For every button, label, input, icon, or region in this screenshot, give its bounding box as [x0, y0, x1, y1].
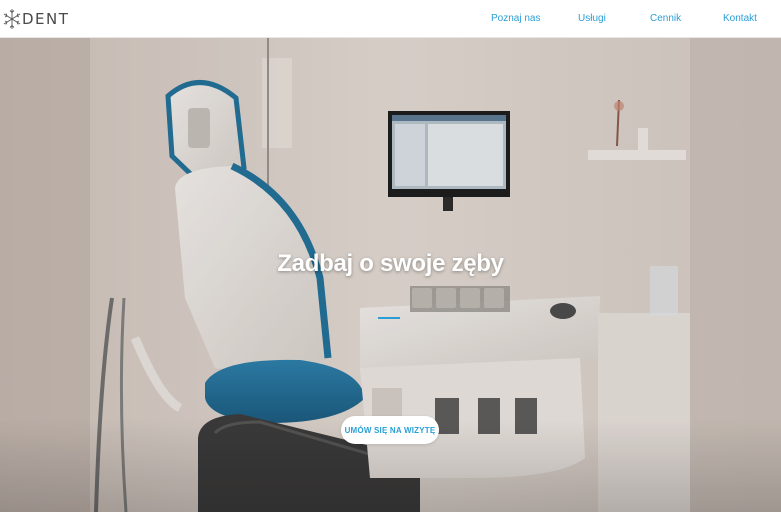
nav-link-uslugi[interactable]: Usługi [578, 13, 606, 24]
logo-text: DENT [22, 9, 70, 28]
nav-link-cennik[interactable]: Cennik [650, 13, 681, 24]
hero-section: Zadbaj o swoje zęby UMÓW SIĘ NA WIZYTĘ [0, 38, 781, 512]
site-header: DENT Poznaj nas Usługi Cennik Kontakt [0, 0, 781, 38]
nav-link-kontakt[interactable]: Kontakt [723, 13, 757, 24]
hero-title: Zadbaj o swoje zęby [277, 250, 504, 277]
book-appointment-button[interactable]: UMÓW SIĘ NA WIZYTĘ [341, 416, 439, 444]
hero-title-underline [378, 317, 400, 319]
snowflake-logo-icon [3, 8, 21, 29]
logo[interactable]: DENT [3, 0, 69, 38]
nav-link-poznaj-nas[interactable]: Poznaj nas [491, 13, 540, 24]
